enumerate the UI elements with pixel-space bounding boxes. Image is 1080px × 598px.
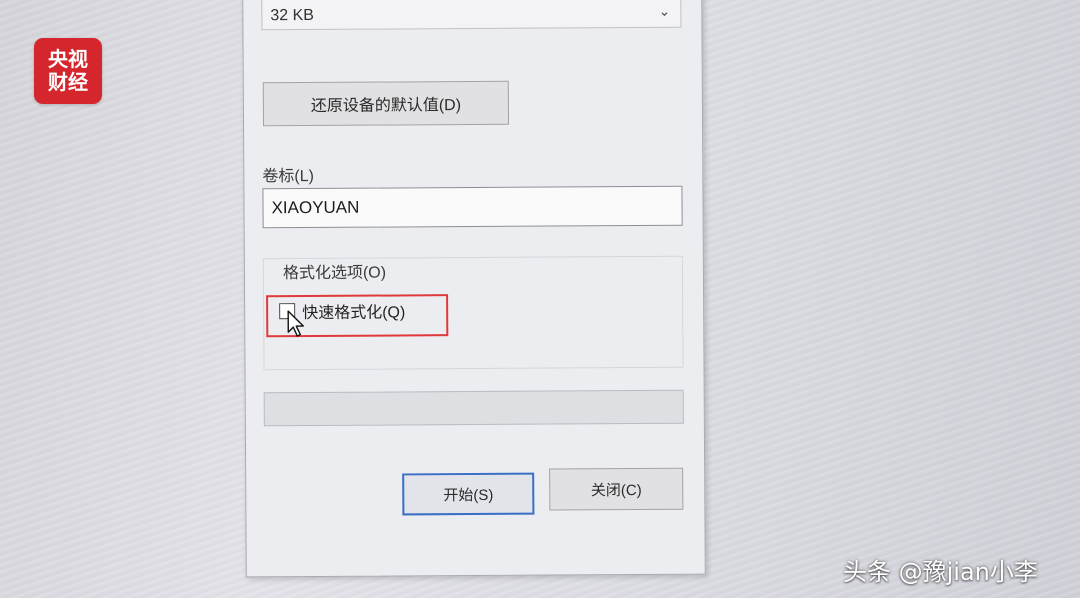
start-button[interactable]: 开始(S) xyxy=(402,472,535,516)
allocation-unit-select[interactable]: 32 KB ⌄ xyxy=(261,0,682,31)
close-button[interactable]: 关闭(C) xyxy=(549,467,684,511)
toutiao-watermark: 头条 @豫jian小李 xyxy=(843,558,1038,586)
mouse-pointer-icon xyxy=(287,310,304,337)
allocation-unit-value: 32 KB xyxy=(270,6,315,25)
format-progress-bar xyxy=(263,389,684,427)
logo-line-1: 央视 xyxy=(48,47,88,71)
quick-format-label[interactable]: 快速格式化(Q) xyxy=(302,298,405,323)
restore-defaults-button[interactable]: 还原设备的默认值(D) xyxy=(262,80,510,127)
chevron-down-icon[interactable]: ⌄ xyxy=(659,3,671,20)
volume-label-input[interactable]: XIAOYUAN xyxy=(262,185,683,229)
format-dialog: 32 KB ⌄ 还原设备的默认值(D) 卷标(L) XIAOYUAN 格式化选项… xyxy=(242,0,706,578)
logo-line-2: 财经 xyxy=(48,70,88,94)
cctv-finance-logo: 央视 财经 xyxy=(34,38,102,104)
format-options-title: 格式化选项(O) xyxy=(278,258,391,284)
volume-label-title: 卷标(L) xyxy=(262,167,314,186)
